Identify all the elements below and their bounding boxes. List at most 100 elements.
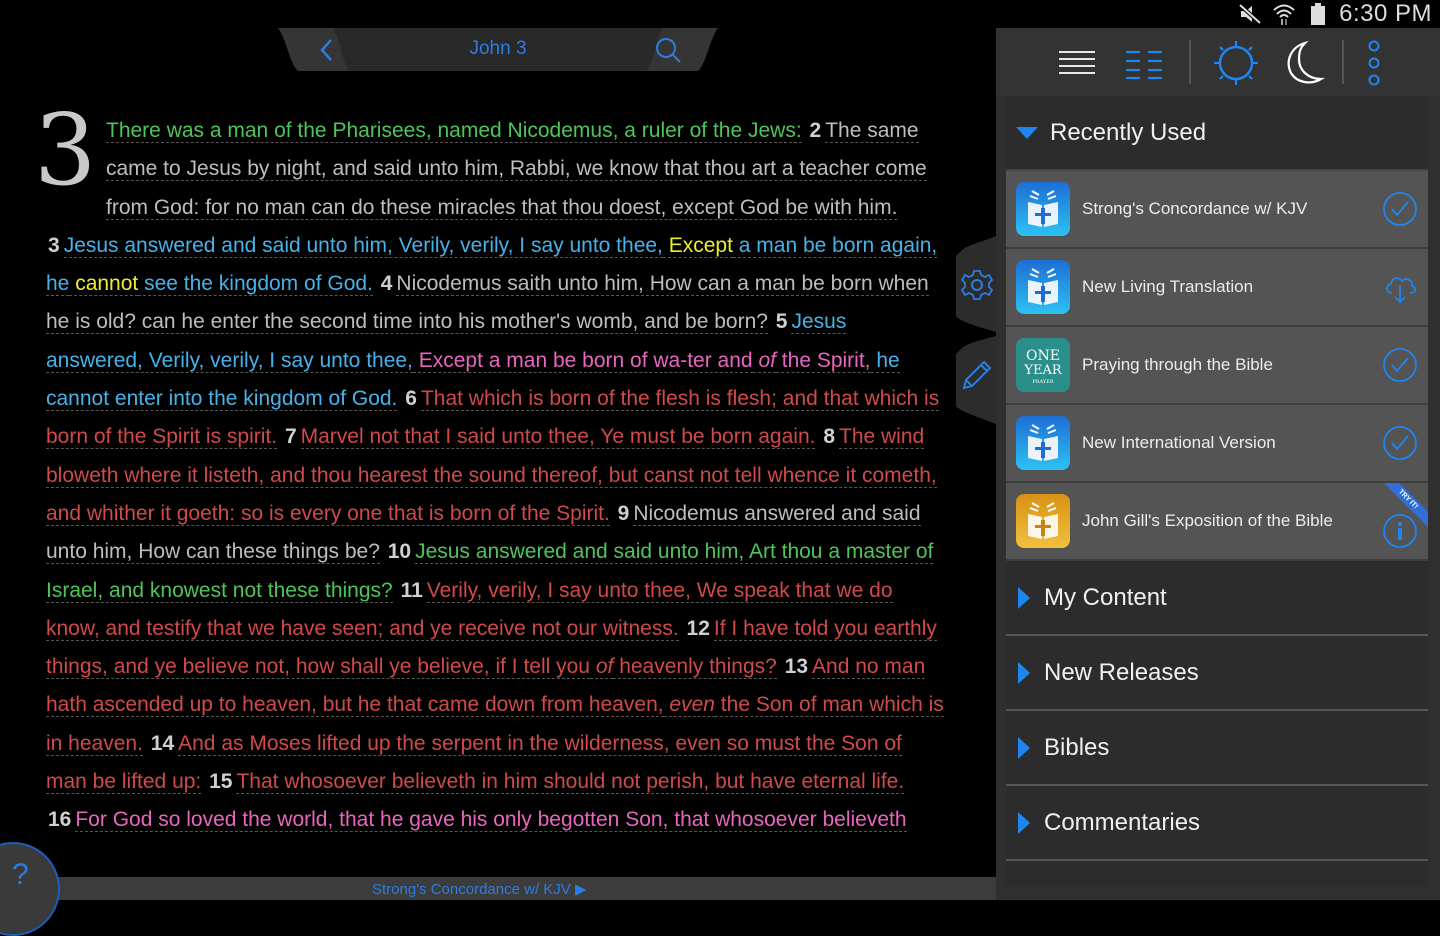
verse-text-segment[interactable]: Marvel not that I said unto thee, Ye mus… — [300, 425, 816, 450]
resource-title: Praying through the Bible — [1082, 355, 1273, 374]
panel-toolbar — [996, 28, 1440, 96]
expanded-triangle-icon — [1016, 126, 1038, 139]
list-view-icon — [1059, 51, 1095, 74]
verse-text-segment[interactable]: heavenly things? — [613, 655, 777, 680]
toolbar-divider — [1189, 40, 1191, 84]
passage-nav-bar: John 3 — [278, 28, 718, 71]
category-commentaries[interactable]: Commentaries — [1006, 786, 1428, 861]
bible-blue-book-icon — [1016, 182, 1070, 236]
verse-number[interactable]: 12 — [687, 617, 710, 640]
svg-text:ONE: ONE — [1026, 348, 1060, 364]
verse[interactable]: There was a man of the Pharisees, named … — [106, 119, 802, 143]
verse-text-segment[interactable]: even — [663, 693, 715, 718]
search-button[interactable] — [648, 34, 688, 66]
verse-number[interactable]: 8 — [823, 425, 835, 448]
svg-text:PRAYER: PRAYER — [1032, 379, 1053, 385]
recently-used-list: Strong's Concordance w/ KJV New Living Tr… — [1006, 171, 1428, 561]
resource-title: New Living Translation — [1082, 277, 1254, 296]
gear-icon — [960, 270, 994, 300]
verse-number[interactable]: 5 — [776, 310, 788, 333]
bible-gold-book-icon — [1016, 494, 1070, 548]
verse[interactable]: 16 For God so loved the world, that he ga… — [46, 808, 907, 833]
resource-title: Strong's Concordance w/ KJV — [1082, 199, 1308, 218]
status-bar: 6:30 PM — [996, 0, 1440, 28]
verse-number[interactable]: 14 — [151, 732, 174, 755]
resource-title: New International Version — [1082, 433, 1276, 452]
resource-item[interactable]: New Living Translation — [1006, 249, 1428, 327]
category-label: New Releases — [1044, 658, 1199, 686]
category-label: My Content — [1044, 583, 1167, 611]
verse-text-segment[interactable]: the Spirit, — [775, 348, 871, 373]
help-icon[interactable]: ? — [12, 858, 29, 892]
verse-text-segment[interactable]: Except a man be born of wa-ter and — [412, 348, 753, 373]
verse-text-segment[interactable]: Except — [662, 233, 733, 258]
verse-text-segment[interactable]: For God so loved the world, that he gave… — [75, 808, 907, 833]
checkmark-icon[interactable] — [1382, 191, 1418, 227]
resource-item[interactable]: New International Version — [1006, 405, 1428, 483]
verse-number[interactable]: 3 — [48, 234, 60, 257]
resource-item[interactable]: John Gill's Exposition of the Bible TRY I… — [1006, 483, 1428, 561]
category-new-releases[interactable]: New Releases — [1006, 636, 1428, 711]
verse-number[interactable]: 11 — [401, 579, 423, 602]
category-bibles[interactable]: Bibles — [1006, 711, 1428, 786]
verse-number[interactable]: 6 — [405, 387, 417, 410]
day-mode-button[interactable] — [1211, 38, 1261, 88]
two-column-view-icon — [1126, 50, 1162, 79]
library-panel: Recently Used Strong's Concordance w/ KJ… — [996, 28, 1440, 900]
bible-blue-book-icon — [1016, 416, 1070, 470]
verse-number[interactable]: 15 — [209, 770, 232, 793]
collapsed-triangle-icon — [1018, 736, 1030, 759]
mute-icon — [1237, 1, 1263, 27]
overflow-menu-button[interactable] — [1349, 38, 1399, 88]
clock: 6:30 PM — [1339, 0, 1432, 27]
verse-number[interactable]: 16 — [48, 808, 71, 831]
settings-button[interactable] — [958, 266, 996, 304]
verse-text-segment[interactable]: see the kingdom of God. — [138, 272, 373, 297]
collapsed-triangle-icon — [1018, 586, 1030, 609]
ribbon-label: TRY IT! — [1376, 483, 1428, 532]
verse-text-segment[interactable]: of — [752, 348, 776, 373]
category-list: My Content New Releases Bibles Commentaries… — [1006, 561, 1428, 886]
verse-text-segment[interactable]: of — [590, 655, 614, 680]
two-column-view-button[interactable] — [1119, 38, 1169, 88]
list-view-button[interactable] — [1052, 38, 1102, 88]
bible-reader: John 3 3 There was a man of the Pharisee… — [0, 0, 996, 877]
side-tool-tabs — [952, 236, 996, 426]
resource-item[interactable]: ONE YEAR PRAYER Praying through the Bible — [1006, 327, 1428, 405]
verse-number[interactable]: 4 — [381, 272, 393, 295]
try-it-ribbon: TRY IT! — [1376, 483, 1428, 535]
verse-text-segment[interactable]: There was a man of the Pharisees, named … — [106, 119, 802, 143]
category-label: Bibles — [1044, 733, 1110, 761]
collapsed-triangle-icon — [1018, 661, 1030, 684]
resource-item[interactable]: Strong's Concordance w/ KJV — [1006, 171, 1428, 249]
recently-used-header[interactable]: Recently Used — [1006, 96, 1428, 171]
verse-text-segment[interactable]: cannot — [69, 272, 139, 297]
chapter-text[interactable]: There was a man of the Pharisees, named … — [46, 112, 946, 840]
pencil-icon — [962, 360, 992, 390]
verse-number[interactable]: 2 — [810, 119, 822, 142]
bible-blue-book-icon — [1016, 260, 1070, 314]
annotate-button[interactable] — [958, 356, 996, 394]
library-list: Recently Used Strong's Concordance w/ KJ… — [1006, 96, 1428, 886]
verse-text-segment[interactable]: That whosoever believeth in him should n… — [236, 770, 905, 795]
resource-link[interactable]: Strong's Concordance w/ KJV ▶ — [372, 880, 587, 898]
day-mode-sun-icon — [1214, 41, 1258, 85]
checkmark-icon[interactable] — [1382, 425, 1418, 461]
verse-number[interactable]: 9 — [618, 502, 630, 525]
cloud-download-icon[interactable] — [1382, 269, 1418, 305]
toolbar-divider — [1342, 40, 1344, 84]
night-mode-button[interactable] — [1278, 38, 1328, 88]
checkmark-icon[interactable] — [1382, 347, 1418, 383]
wifi-icon — [1271, 1, 1297, 27]
verse-number[interactable]: 10 — [388, 540, 411, 563]
section-title: Recently Used — [1050, 118, 1207, 146]
search-icon — [656, 38, 681, 63]
verse[interactable]: 15 That whosoever believeth in him should… — [201, 770, 905, 795]
verse[interactable]: 7 Marvel not that I said unto thee, Ye mu… — [277, 425, 816, 450]
category-study-bibles[interactable]: Study Bibles — [1006, 861, 1428, 887]
verse-number[interactable]: 7 — [285, 425, 297, 448]
side-tabs-background — [956, 236, 996, 424]
category-my-content[interactable]: My Content — [1006, 561, 1428, 636]
verse-text-segment[interactable]: Jesus answered and said unto him, Verily… — [63, 233, 663, 258]
verse-number[interactable]: 13 — [785, 655, 808, 678]
